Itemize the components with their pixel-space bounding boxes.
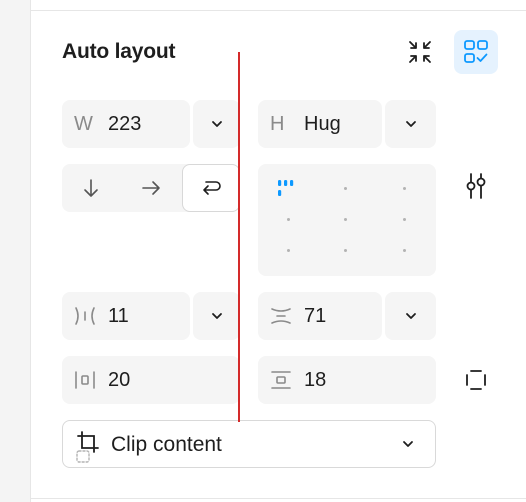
clip-content-control[interactable]: Clip content [62,420,436,468]
section-title: Auto layout [62,40,176,63]
divider-bottom [30,498,526,499]
horizontal-gap-dropdown-button[interactable] [193,292,240,340]
vertical-gap-dropdown-button[interactable] [385,292,436,340]
red-marker-line [238,52,240,422]
chevron-down-icon [211,121,222,127]
auto-layout-suggestion-icon [464,40,488,63]
vertical-gap-label [258,306,304,326]
direction-vertical-button[interactable] [62,164,120,212]
individual-padding-button[interactable] [454,358,498,402]
wrap-icon [203,181,221,195]
vertical-padding-value[interactable]: 18 [304,369,326,392]
alignment-dot[interactable] [403,249,406,252]
horizontal-padding-field[interactable]: 20 [62,356,240,404]
width-field[interactable]: W 223 [62,100,190,148]
height-dropdown-button[interactable] [385,100,436,148]
width-dropdown-button[interactable] [193,100,240,148]
height-value[interactable]: Hug [304,113,341,136]
horizontal-gap-field[interactable]: 11 [62,292,190,340]
advanced-layout-settings-button[interactable] [454,164,498,208]
alignment-dot[interactable] [403,187,406,190]
chevron-down-icon [405,121,416,127]
direction-wrap-button[interactable] [182,164,240,212]
direction-horizontal-button[interactable] [122,164,180,212]
arrow-down-icon [84,179,98,197]
alignment-dot[interactable] [344,249,347,252]
individual-padding-icon [466,370,486,390]
vertical-padding-label [258,370,304,390]
chevron-down-icon [403,441,413,447]
divider-top [30,10,526,11]
width-label: W [74,112,93,135]
chevron-down-icon [405,313,416,319]
alignment-dot[interactable] [344,187,347,190]
vertical-gap-field[interactable]: 71 [258,292,382,340]
crop-icon [76,431,99,463]
vertical-gap-value[interactable]: 71 [304,305,326,328]
alignment-grid[interactable] [258,164,436,276]
sliders-icon [466,173,486,199]
clip-content-label-icon [75,429,105,468]
horizontal-gap-icon [75,307,95,325]
clip-content-label: Clip content [111,433,222,456]
vertical-padding-icon [271,371,291,389]
auto-layout-suggestion-button[interactable] [454,30,498,74]
chevron-down-icon [211,313,222,319]
vertical-padding-field[interactable]: 18 [258,356,436,404]
height-field[interactable]: H Hug [258,100,382,148]
alignment-top-left-indicator [278,180,294,196]
alignment-dot[interactable] [287,218,290,221]
horizontal-gap-label [62,306,108,326]
horizontal-padding-label [62,370,108,390]
alignment-dot[interactable] [287,249,290,252]
horizontal-padding-icon [75,371,95,389]
collapse-icon [409,41,431,63]
vertical-gap-icon [271,308,291,324]
alignment-dot[interactable] [344,218,347,221]
direction-segmented-control [62,164,240,212]
horizontal-gap-value[interactable]: 11 [108,305,129,328]
width-value[interactable]: 223 [108,113,141,136]
horizontal-padding-value[interactable]: 20 [108,369,130,392]
arrow-right-icon [142,181,160,195]
alignment-dot[interactable] [403,218,406,221]
collapse-button[interactable] [398,30,442,74]
height-label: H [270,112,285,135]
